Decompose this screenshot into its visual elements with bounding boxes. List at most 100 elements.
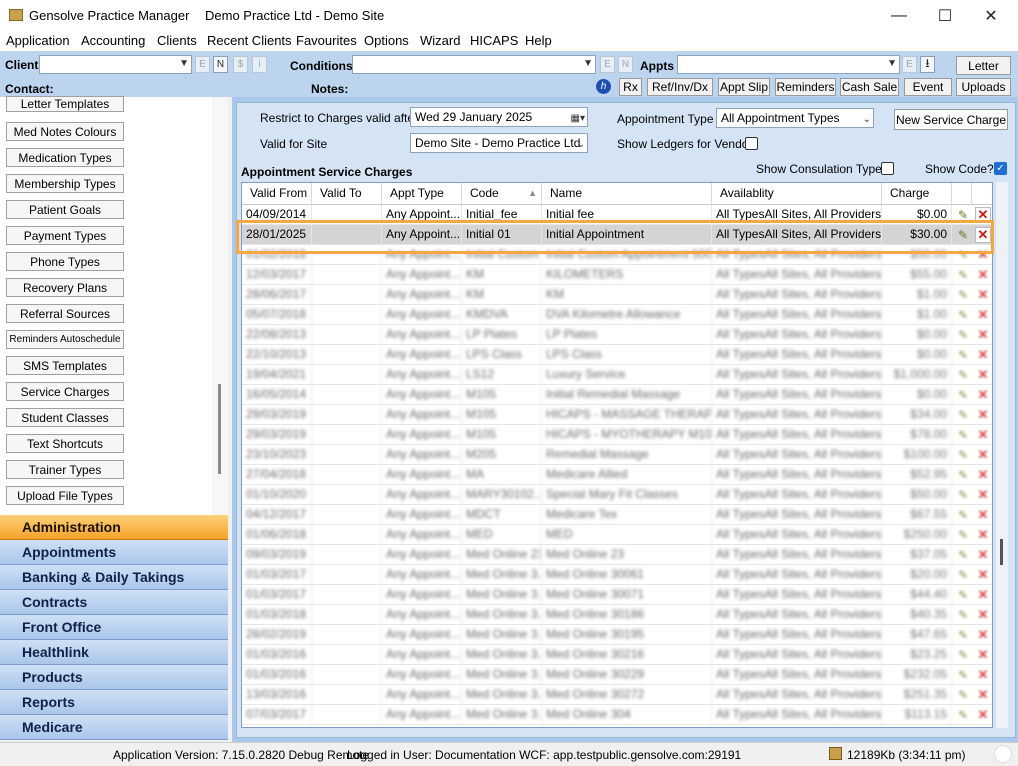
table-row[interactable]: 01/03/2018 Any Appoint... Med Online 3... M… [242, 605, 992, 625]
site-select[interactable]: Demo Site - Demo Practice Ltd ⌄ [410, 133, 588, 153]
edit-icon[interactable]: ✎ [955, 387, 971, 403]
menu-recent-clients[interactable]: Recent Clients [207, 33, 292, 48]
table-row[interactable]: 01/03/2016 Any Appoint... Med Online 3... M… [242, 665, 992, 685]
appt-type-select[interactable]: All Appointment Types ⌄ [716, 108, 874, 128]
table-row[interactable]: 28/01/2025 Any Appoint... Initial 01 Initia… [242, 225, 992, 245]
table-row[interactable]: 28/02/2019 Any Appoint... Med Online 3... M… [242, 625, 992, 645]
show-ledgers-checkbox[interactable] [745, 137, 758, 150]
menu-clients[interactable]: Clients [157, 33, 197, 48]
delete-icon[interactable]: ✕ [975, 627, 991, 643]
table-row[interactable]: 05/07/2018 Any Appoint... KMDVA DVA Kilomet… [242, 305, 992, 325]
appts-combo[interactable]: ▼ [677, 55, 900, 74]
settings-item[interactable]: Trainer Types [6, 460, 124, 479]
edit-icon[interactable]: ✎ [955, 527, 971, 543]
rx-button[interactable]: Rx [619, 78, 642, 96]
restrict-date-picker[interactable]: Wed 29 January 2025 ▦▾ [410, 107, 588, 127]
nav-reports[interactable]: Reports [0, 690, 228, 715]
table-row[interactable]: 29/03/2019 Any Appoint... M105 HICAPS - MYO… [242, 425, 992, 445]
new-service-charge-button[interactable]: New Service Charge [894, 109, 1008, 130]
settings-item[interactable]: Payment Types [6, 226, 124, 245]
calendar-icon[interactable]: ▦▾ [571, 110, 585, 128]
delete-icon[interactable]: ✕ [975, 307, 991, 323]
settings-item[interactable]: Recovery Plans [6, 278, 124, 297]
nav-appointments[interactable]: Appointments [0, 540, 228, 565]
table-row[interactable]: 04/12/2017 Any Appoint... MDCT Medicare Tex… [242, 505, 992, 525]
client-edit-button[interactable]: E [195, 56, 210, 73]
settings-item[interactable]: Membership Types [6, 174, 124, 193]
nav-administration[interactable]: Administration [0, 515, 228, 540]
settings-item[interactable]: SMS Templates [6, 356, 124, 375]
table-row[interactable]: 22/10/2013 Any Appoint... LPS Class LPS Cla… [242, 345, 992, 365]
scrollbar-thumb[interactable] [1000, 539, 1003, 565]
grid-scrollbar[interactable] [996, 182, 1008, 728]
col-name[interactable]: Name [542, 183, 712, 205]
edit-icon[interactable]: ✎ [955, 267, 971, 283]
col-availability[interactable]: Availablity [712, 183, 882, 205]
edit-icon[interactable]: ✎ [955, 687, 971, 703]
delete-icon[interactable]: ✕ [975, 407, 991, 423]
table-row[interactable]: 01/02/2018 Any Appoint... Initial Custom In… [242, 245, 992, 265]
table-row[interactable]: 01/03/2016 Any Appoint... Med Online 3... M… [242, 645, 992, 665]
edit-icon[interactable]: ✎ [955, 567, 971, 583]
delete-icon[interactable]: ✕ [975, 607, 991, 623]
col-appt-type[interactable]: Appt Type [382, 183, 462, 205]
delete-icon[interactable]: ✕ [975, 247, 991, 263]
conditions-new-button[interactable]: N [618, 56, 633, 73]
scrollbar-thumb[interactable] [218, 384, 221, 474]
menu-favourites[interactable]: Favourites [296, 33, 357, 48]
delete-icon[interactable]: ✕ [975, 707, 991, 723]
minimize-button[interactable]: — [876, 0, 922, 31]
edit-icon[interactable]: ✎ [955, 447, 971, 463]
settings-item[interactable]: Student Classes [6, 408, 124, 427]
table-row[interactable]: 27/04/2018 Any Appoint... MA Medicare Allie… [242, 465, 992, 485]
download-icon[interactable]: ⭳ [920, 56, 935, 73]
settings-item[interactable]: Text Shortcuts [6, 434, 124, 453]
menu-accounting[interactable]: Accounting [81, 33, 145, 48]
edit-icon[interactable]: ✎ [955, 307, 971, 323]
edit-icon[interactable]: ✎ [955, 347, 971, 363]
table-row[interactable]: 07/03/2017 Any Appoint... Med Online 3... M… [242, 705, 992, 725]
show-consulation-checkbox[interactable] [881, 162, 894, 175]
col-valid-from[interactable]: Valid From [242, 183, 312, 205]
settings-item[interactable]: Service Charges [6, 382, 124, 401]
client-info-button[interactable]: i [252, 56, 267, 73]
delete-icon[interactable]: ✕ [975, 427, 991, 443]
chevron-down-icon[interactable]: ▼ [179, 58, 189, 69]
delete-icon[interactable]: ✕ [975, 387, 991, 403]
table-row[interactable]: 23/10/2023 Any Appoint... M205 Remedial Mas… [242, 445, 992, 465]
col-code[interactable]: Code ▲ [462, 183, 542, 205]
delete-icon[interactable]: ✕ [975, 647, 991, 663]
appt-slip-button[interactable]: Appt Slip [718, 78, 770, 96]
edit-icon[interactable]: ✎ [955, 647, 971, 663]
cash-sale-button[interactable]: Cash Sale [840, 78, 899, 96]
settings-item[interactable]: Patient Goals [6, 200, 124, 219]
col-valid-to[interactable]: Valid To [312, 183, 382, 205]
delete-icon[interactable]: ✕ [975, 287, 991, 303]
delete-icon[interactable]: ✕ [975, 667, 991, 683]
delete-icon[interactable]: ✕ [975, 687, 991, 703]
menu-wizard[interactable]: Wizard [420, 33, 460, 48]
edit-icon[interactable]: ✎ [955, 247, 971, 263]
edit-icon[interactable]: ✎ [955, 587, 971, 603]
menu-help[interactable]: Help [525, 33, 552, 48]
table-row[interactable]: 09/03/2019 Any Appoint... Med Online 23 Med… [242, 545, 992, 565]
chevron-down-icon[interactable]: ▼ [887, 58, 897, 69]
delete-icon[interactable]: ✕ [975, 487, 991, 503]
table-row[interactable]: 01/06/2018 Any Appoint... MED MED All TypesA… [242, 525, 992, 545]
delete-icon[interactable]: ✕ [975, 547, 991, 563]
settings-item[interactable]: Phone Types [6, 252, 124, 271]
settings-scrollbar[interactable] [212, 97, 228, 515]
delete-icon[interactable]: ✕ [975, 507, 991, 523]
close-window-button[interactable]: ✕ [968, 0, 1014, 31]
letter-button[interactable]: Letter [956, 56, 1011, 75]
conditions-edit-button[interactable]: E [600, 56, 615, 73]
table-row[interactable]: 22/08/2013 Any Appoint... LP Plates LP Plat… [242, 325, 992, 345]
settings-item[interactable]: Upload File Types [6, 486, 124, 505]
chevron-down-icon[interactable]: ▼ [583, 58, 593, 69]
table-row[interactable]: 13/03/2016 Any Appoint... Med Online 3... M… [242, 685, 992, 705]
delete-icon[interactable]: ✕ [975, 267, 991, 283]
edit-icon[interactable]: ✎ [955, 467, 971, 483]
client-combo[interactable]: ▼ [39, 55, 192, 74]
menu-application[interactable]: Application [6, 33, 70, 48]
edit-icon[interactable]: ✎ [955, 507, 971, 523]
